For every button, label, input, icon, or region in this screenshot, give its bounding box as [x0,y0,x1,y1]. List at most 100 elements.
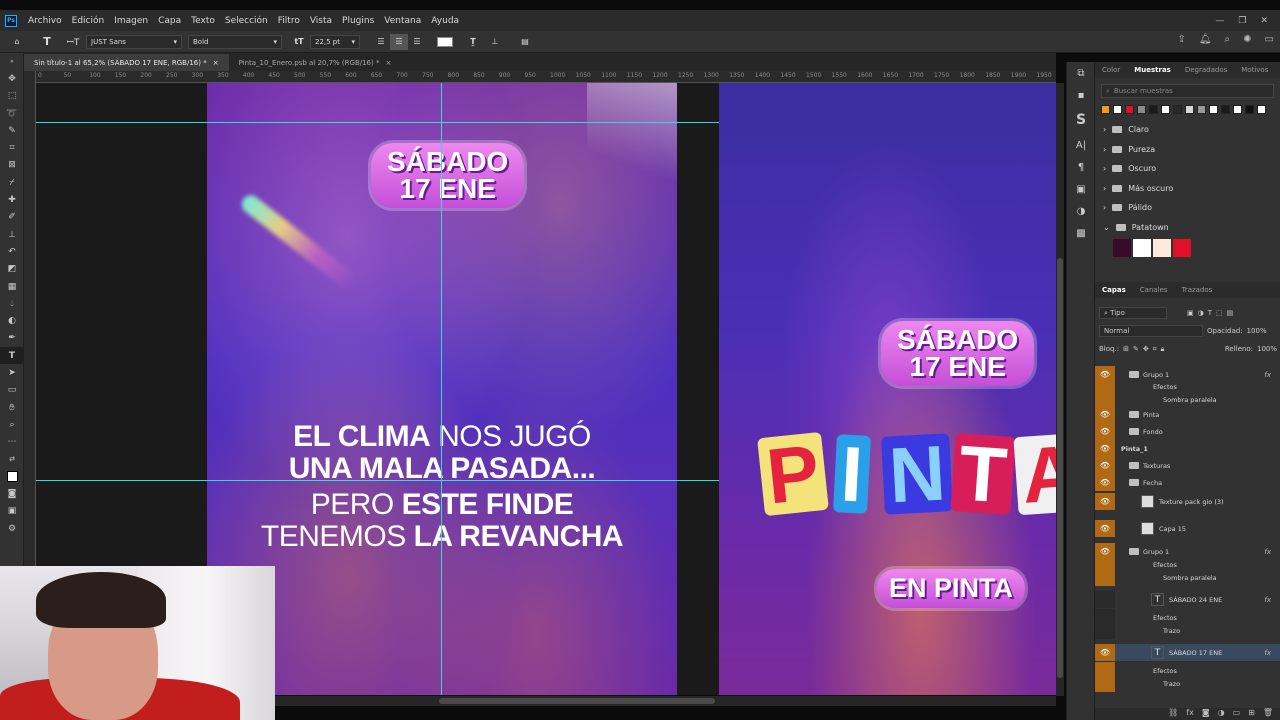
more-tools-icon[interactable]: ⋯ [0,434,24,451]
filter-smart-icon[interactable]: ▤ [1227,309,1234,317]
move-tool-icon[interactable]: ✥ [0,70,24,87]
layer-row[interactable]: 👁︎ Fecha [1095,474,1280,491]
color-panel-icon[interactable]: ⧉ [1067,62,1095,84]
lock-paint-icon[interactable]: ✎ [1133,345,1139,353]
lock-position-icon[interactable]: ✥ [1143,345,1149,353]
pen-tool-icon[interactable]: ✒ [0,330,24,347]
opacity-value[interactable]: 100% [1247,327,1267,335]
menu-capa[interactable]: Capa [153,16,186,26]
visibility-eye-icon[interactable]: 👁︎ [1095,520,1115,537]
color-swatch[interactable] [1209,105,1218,114]
artboard-story[interactable]: SÁBADO 17 ENE EL CLIMA NOS JUGÓ UNA MALA… [207,83,677,695]
menu-filtro[interactable]: Filtro [273,16,305,26]
color-swatch[interactable] [1161,105,1170,114]
filter-adjust-icon[interactable]: ◑ [1198,309,1204,317]
menu-ayuda[interactable]: Ayuda [426,16,464,26]
layer-row[interactable]: Sombra paralela [1095,569,1280,586]
paragraph-panel-icon[interactable]: ¶ [1067,156,1095,178]
screen-mode-icon[interactable]: ▣ [0,503,24,520]
dodge-tool-icon[interactable]: ◐ [0,312,24,329]
artboard-post[interactable]: SÁBADO 17 ENE P I N T A EN PINTA [719,83,1056,695]
lasso-tool-icon[interactable]: ➰ [0,105,24,122]
clone-stamp-tool-icon[interactable]: ⊥ [0,226,24,243]
warp-text-icon[interactable]: T̰ [462,34,484,50]
date-badge-2[interactable]: SÁBADO 17 ENE [881,321,1035,387]
scroll-thumb[interactable] [1057,258,1063,678]
discover-icon[interactable]: ✺ [1243,34,1251,45]
path-selection-tool-icon[interactable]: ➤ [0,364,24,381]
search-icon[interactable]: ⌕ [1225,34,1231,45]
menu-vista[interactable]: Vista [305,16,337,26]
visibility-eye-icon[interactable]: 👁︎ [1095,406,1115,423]
frame-tool-icon[interactable]: ⊠ [0,157,24,174]
doc-tab-sin-titulo[interactable]: Sin título-1 al 65,2% (SÁBADO 17 ENE, RG… [24,54,229,71]
color-swatch[interactable] [1133,239,1151,257]
color-swatch[interactable] [1125,105,1134,114]
restore-button[interactable]: ❐ [1238,16,1246,26]
lock-all-icon[interactable]: 🔒︎ [1161,345,1165,354]
menu-ventana[interactable]: Ventana [379,16,426,26]
visibility-eye-icon[interactable]: 👁︎ [1095,440,1115,457]
color-swatch[interactable] [1233,105,1242,114]
date-badge[interactable]: SÁBADO 17 ENE [371,143,525,209]
minimize-button[interactable]: — [1215,16,1224,26]
character-panel-icon[interactable]: ⊥ [484,34,506,50]
align-left-icon[interactable]: ☰ [372,34,390,50]
layer-row[interactable]: 👁︎ T SÁBADO 17 ENE fx [1095,644,1280,661]
tab-muestras[interactable]: Muestras [1127,66,1178,74]
delete-layer-icon[interactable]: 🗑︎ [1263,708,1273,720]
history-brush-tool-icon[interactable]: ↶ [0,243,24,260]
tab-motivos[interactable]: Motivos [1234,66,1275,74]
swatch-folder-patatown[interactable]: ⌄ Patatown [1095,218,1280,238]
healing-brush-tool-icon[interactable]: ✚ [0,191,24,208]
filter-pixel-icon[interactable]: ▣ [1187,309,1194,317]
tab-capas[interactable]: Capas [1095,286,1133,294]
layer-row[interactable]: 👁︎ Pinta [1095,406,1280,423]
color-swatch[interactable] [1197,105,1206,114]
color-swatch[interactable] [1173,239,1191,257]
workspace-icon[interactable]: ▭ [1265,34,1274,45]
headline-text[interactable]: EL CLIMA NOS JUGÓ UNA MALA PASADA... PER… [207,421,677,553]
en-pinta-badge[interactable]: EN PINTA [877,569,1026,608]
font-style-select[interactable]: Bold ▾ [188,34,282,49]
stock-icon[interactable]: S [1067,106,1095,134]
visibility-eye-icon[interactable]: 👁︎ [1095,474,1115,491]
libraries-icon[interactable]: ▩ [1067,222,1095,244]
tab-canales[interactable]: Canales [1133,286,1175,294]
new-group-icon[interactable]: ▭ [1233,708,1241,720]
align-center-icon[interactable]: ☰ [390,33,408,50]
layer-fx-icon[interactable]: fx [1264,548,1271,556]
swatch-folder-oscuro[interactable]: › Oscuro [1095,159,1280,179]
layer-row[interactable]: Trazo [1095,675,1280,692]
notification-icon[interactable]: 🔔︎ [1199,34,1212,45]
character-panel-icon[interactable]: A| [1067,134,1095,156]
color-swatch[interactable] [1245,105,1254,114]
swatch-folder-mas-oscuro[interactable]: › Más oscuro [1095,179,1280,199]
visibility-eye-icon[interactable]: 👁︎ [1095,493,1115,510]
color-swatch[interactable] [1113,105,1122,114]
new-layer-icon[interactable]: ⊞ [1248,708,1255,720]
link-layers-icon[interactable]: ⛓ [1168,708,1178,720]
color-swatch[interactable] [1173,105,1182,114]
layer-row[interactable]: Trazo [1095,622,1280,639]
edit-toolbar-icon[interactable]: ⚙ [0,520,24,537]
visibility-eye-icon[interactable]: 👁︎ [1095,457,1115,474]
lock-artboard-icon[interactable]: ⌗ [1153,345,1157,354]
lock-pixels-icon[interactable]: ⊞ [1123,345,1129,353]
home-icon[interactable]: ⌂ [0,34,34,50]
blend-mode-select[interactable]: Normal [1099,325,1203,337]
rectangle-tool-icon[interactable]: ▭ [0,382,24,399]
font-size-select[interactable]: 22,5 pt ▾ [310,34,360,49]
swatch-folder-pureza[interactable]: › Pureza [1095,140,1280,160]
blur-tool-icon[interactable]: 💧︎ [0,295,24,312]
swap-colors-icon[interactable]: ⇄ [0,451,24,468]
fill-value[interactable]: 100% [1257,345,1277,353]
zoom-tool-icon[interactable]: ⌕ [0,416,24,433]
type-tool-icon[interactable]: T [0,347,24,365]
color-swatch[interactable] [1185,105,1194,114]
layer-filter-select[interactable]: ⌕ Tipo [1099,307,1167,319]
guide-horizontal[interactable] [36,480,719,481]
menu-texto[interactable]: Texto [186,16,220,26]
layer-fx-icon[interactable]: fx [1264,596,1271,604]
brush-tool-icon[interactable]: ✐ [0,209,24,226]
